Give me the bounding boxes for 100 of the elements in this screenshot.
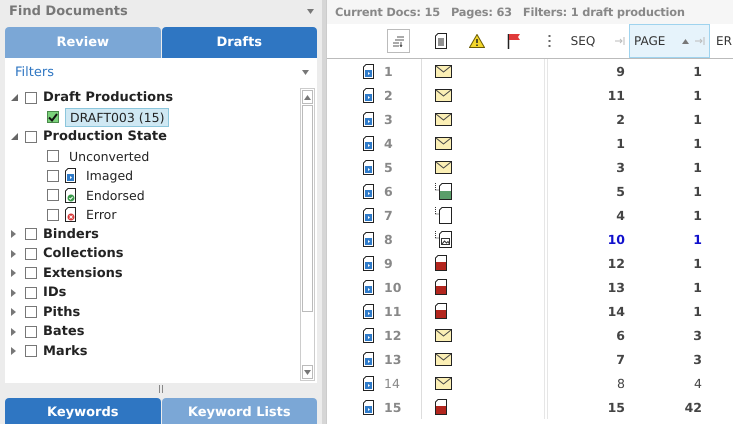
warning-icon[interactable] xyxy=(469,34,485,48)
table-cell-text: 5 xyxy=(615,184,626,198)
table-cell-text: 42 xyxy=(684,400,703,414)
imaged-document-icon xyxy=(363,280,374,294)
row-number: 4 xyxy=(384,136,393,150)
expand-arrow-icon[interactable] xyxy=(11,308,16,316)
expand-arrow-icon[interactable] xyxy=(11,250,16,258)
tree-item[interactable]: Production State xyxy=(43,129,167,144)
drag-handle-icon[interactable] xyxy=(548,34,551,48)
checkbox[interactable] xyxy=(25,248,37,260)
table-cell-text: 1 xyxy=(692,256,703,270)
table-cell-text: 4 xyxy=(693,376,703,390)
scroll-down-arrow-icon[interactable] xyxy=(304,368,311,376)
checkbox[interactable] xyxy=(47,111,59,124)
envelope-icon xyxy=(435,136,452,150)
row-number: 2 xyxy=(384,88,393,102)
row-number: 3 xyxy=(384,112,393,126)
table-cell-text: 13 xyxy=(606,280,626,294)
scrollbar[interactable] xyxy=(300,88,315,381)
expand-arrow-icon[interactable] xyxy=(11,288,16,297)
expand-arrow-icon[interactable] xyxy=(11,230,16,238)
imaged-document-icon xyxy=(363,256,374,270)
tree-item[interactable]: Draft Productions xyxy=(43,90,174,106)
tree-item[interactable]: Collections xyxy=(43,246,124,262)
imaged-document-icon xyxy=(363,160,374,174)
table-cell-text: 3 xyxy=(615,160,626,174)
imaged-document-icon xyxy=(363,232,374,246)
tree-item[interactable]: Binders xyxy=(43,226,99,242)
flag-icon[interactable] xyxy=(507,33,521,49)
tree-item[interactable]: Piths xyxy=(43,304,80,320)
row-number: 5 xyxy=(384,160,393,174)
checkbox[interactable] xyxy=(47,150,59,162)
checkbox[interactable] xyxy=(25,228,37,240)
checkbox[interactable] xyxy=(47,170,59,182)
checkbox[interactable] xyxy=(25,306,37,318)
checkbox[interactable] xyxy=(25,267,37,280)
column-chooser-button[interactable] xyxy=(387,29,410,53)
tree-item[interactable]: Endorsed xyxy=(82,186,149,204)
imaged-document-icon xyxy=(363,64,374,78)
envelope-icon xyxy=(435,352,452,366)
document-icon[interactable] xyxy=(435,33,447,49)
splitter-handle-icon[interactable] xyxy=(159,385,163,393)
row-number: 10 xyxy=(384,280,402,294)
envelope-icon xyxy=(435,88,452,102)
tree-item[interactable]: Extensions xyxy=(43,266,123,281)
collapse-arrow-icon[interactable] xyxy=(11,94,18,102)
imaged-document-icon xyxy=(363,400,374,414)
tree-item[interactable]: Imaged xyxy=(82,167,138,184)
error-document-icon xyxy=(65,207,76,222)
expand-arrow-icon[interactable] xyxy=(11,328,16,336)
filters-title: Filters xyxy=(15,64,54,80)
collapse-arrow-icon[interactable] xyxy=(11,133,18,140)
column-header[interactable]: SEQ xyxy=(548,24,629,58)
checkbox[interactable] xyxy=(25,130,37,143)
table-cell-text: 4 xyxy=(615,208,626,222)
column-header[interactable]: ER xyxy=(710,24,732,58)
table-cell-text: 1 xyxy=(692,112,703,126)
checkbox[interactable] xyxy=(47,208,59,221)
imaged-document-icon xyxy=(363,88,374,102)
tree-item[interactable]: IDs xyxy=(43,285,66,300)
table-cell-text: 8 xyxy=(616,376,626,390)
envelope-icon xyxy=(435,64,452,78)
checkbox[interactable] xyxy=(25,286,37,299)
dropdown-caret-icon[interactable] xyxy=(302,68,309,76)
tab[interactable]: Keywords xyxy=(5,398,160,424)
envelope-icon xyxy=(435,160,452,174)
column-header[interactable]: PAGE xyxy=(629,24,710,58)
expand-arrow-icon[interactable] xyxy=(11,269,16,278)
table-cell-text: 12 xyxy=(606,256,626,270)
tab[interactable]: Drafts xyxy=(162,27,317,58)
table-cell-text: 1 xyxy=(692,304,703,318)
checkbox[interactable] xyxy=(47,189,59,202)
envelope-icon xyxy=(435,376,452,390)
row-number: 12 xyxy=(384,328,402,342)
scroll-up-arrow-icon[interactable] xyxy=(304,94,311,100)
imaged-document-icon xyxy=(363,136,374,150)
table-cell-text: 3 xyxy=(692,352,703,366)
imaged-document-icon xyxy=(363,328,374,342)
tree-item[interactable]: Unconverted xyxy=(65,148,154,165)
tree-item[interactable]: DRAFT003 (15) xyxy=(65,108,170,127)
table-cell-text: 9 xyxy=(615,64,626,78)
expand-arrow-icon[interactable] xyxy=(11,347,16,356)
column-sort-icon xyxy=(392,36,404,46)
checkbox[interactable] xyxy=(25,326,37,338)
table-cell-text: 2 xyxy=(615,112,626,126)
checkbox[interactable] xyxy=(25,345,37,358)
sort-ascending-icon[interactable] xyxy=(682,38,689,44)
row-number: 15 xyxy=(384,400,402,414)
tree-item[interactable]: Bates xyxy=(43,324,84,340)
imaged-document-icon xyxy=(363,352,374,366)
imaged-document-icon xyxy=(363,112,374,126)
filled-document-icon xyxy=(435,399,447,415)
tree-item[interactable]: Marks xyxy=(43,344,88,359)
row-number: 9 xyxy=(384,256,393,270)
table-cell-text: 1 xyxy=(692,184,703,198)
imaged-document-icon xyxy=(65,168,76,184)
dropdown-caret-icon[interactable] xyxy=(307,8,314,14)
filled-document-icon xyxy=(435,255,447,271)
tree-item[interactable]: Error xyxy=(82,206,120,224)
checkbox[interactable] xyxy=(25,92,37,104)
